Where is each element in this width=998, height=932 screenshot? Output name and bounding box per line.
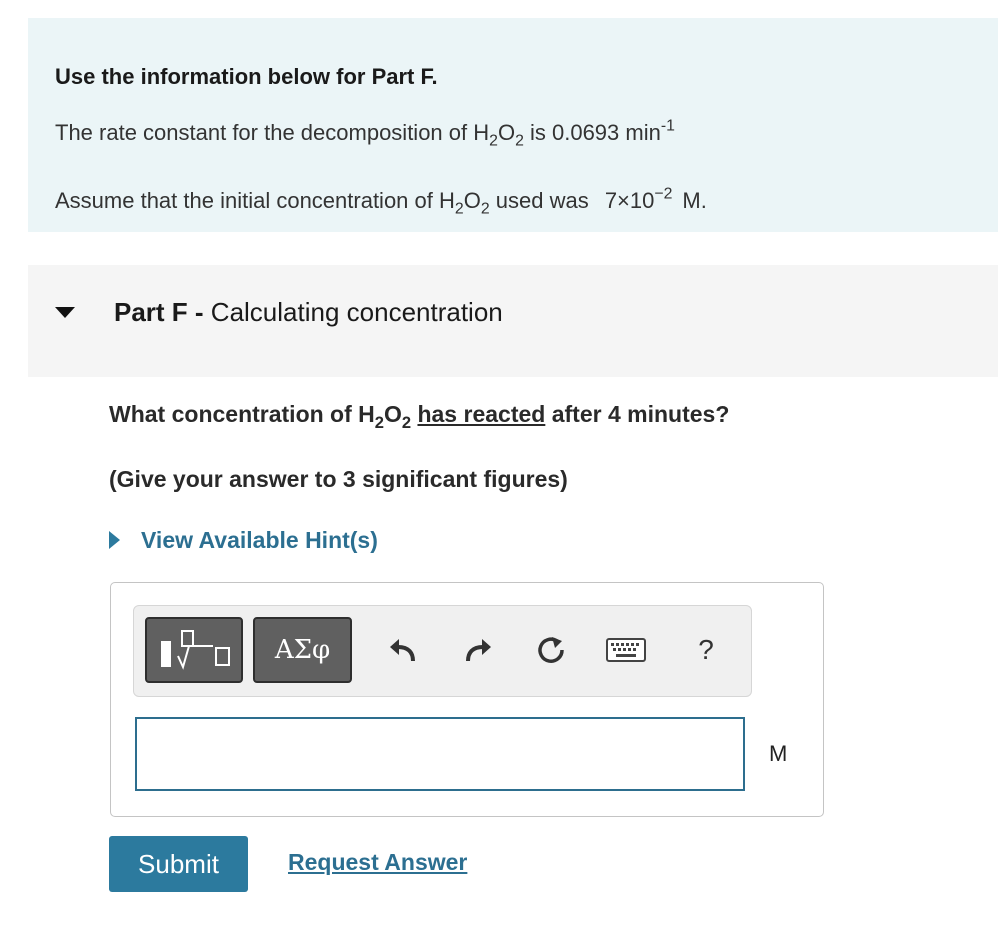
info-box: Use the information below for Part F. Th… — [28, 18, 998, 232]
part-title: Part F - Calculating concentration — [114, 297, 503, 327]
keyboard-icon — [606, 638, 646, 662]
redo-icon — [466, 639, 491, 662]
collapse-caret-icon[interactable] — [55, 307, 75, 318]
caret-right-icon — [109, 531, 120, 549]
keyboard-button[interactable] — [604, 628, 648, 672]
help-icon[interactable]: ? — [684, 628, 728, 672]
symbols-button[interactable]: ΑΣφ — [253, 617, 352, 683]
math-toolbar: ΑΣφ ? — [133, 605, 752, 697]
submit-button[interactable]: Submit — [109, 836, 248, 892]
rate-constant-text: The rate constant for the decomposition … — [55, 117, 675, 150]
reset-icon — [538, 637, 564, 663]
instruction-text: (Give your answer to 3 significant figur… — [109, 466, 568, 492]
reset-button[interactable] — [529, 628, 573, 672]
undo-button[interactable] — [380, 628, 424, 672]
templates-icon — [161, 630, 230, 670]
question-text: What concentration of H2O2 has reacted a… — [109, 401, 730, 432]
initial-concentration-text: Assume that the initial concentration of… — [55, 185, 707, 218]
answer-panel: ΑΣφ ? M — [110, 582, 824, 817]
request-answer-link[interactable]: Request Answer — [288, 849, 467, 876]
unit-label: M — [769, 741, 788, 766]
view-hints-label: View Available Hint(s) — [141, 526, 378, 553]
redo-button[interactable] — [457, 628, 501, 672]
templates-button[interactable] — [145, 617, 243, 683]
view-hints-toggle[interactable]: View Available Hint(s) — [109, 526, 378, 554]
info-heading: Use the information below for Part F. — [55, 64, 438, 89]
part-header[interactable]: Part F - Calculating concentration — [28, 265, 998, 377]
undo-icon — [390, 639, 415, 662]
answer-input[interactable] — [135, 717, 745, 791]
